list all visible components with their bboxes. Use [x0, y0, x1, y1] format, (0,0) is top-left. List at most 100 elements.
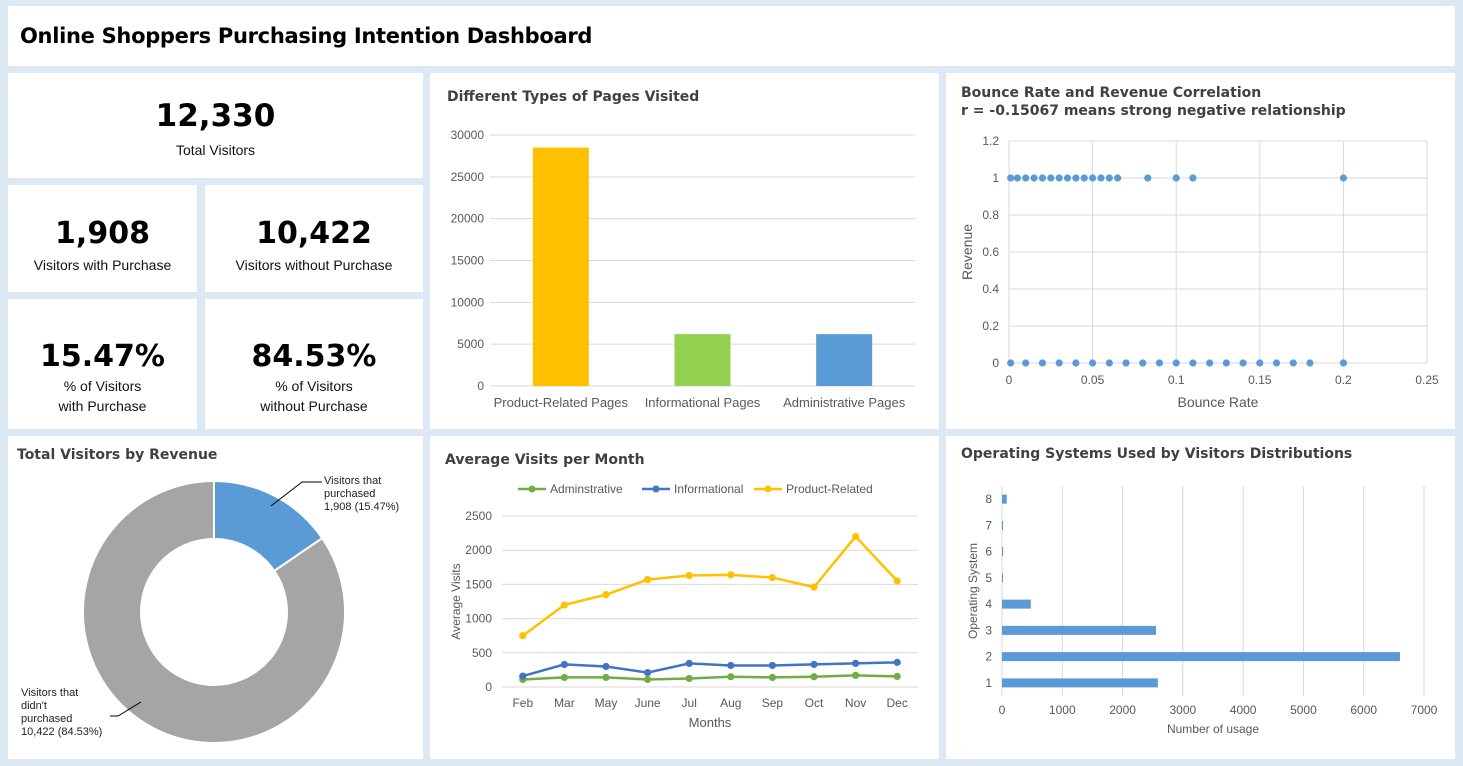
- x-tick-label: 4000: [1230, 703, 1257, 717]
- data-point: [810, 660, 818, 669]
- x-tick-label: 0.1: [1168, 373, 1185, 387]
- kpi-visitors-with-purchase: 1,908 Visitors with Purchase: [8, 185, 197, 292]
- data-point: [852, 659, 860, 668]
- y-tick-label: 0: [992, 356, 999, 370]
- x-axis-label: Bounce Rate: [1178, 394, 1259, 410]
- data-point: [810, 673, 818, 681]
- data-point: [1055, 359, 1063, 367]
- data-point: [685, 674, 693, 683]
- data-point: [768, 661, 776, 670]
- x-tick-label: May: [595, 696, 618, 710]
- data-point: [810, 583, 818, 591]
- x-tick-label: 0: [999, 703, 1006, 717]
- data-point: [852, 671, 860, 679]
- data-point: [602, 662, 610, 671]
- x-tick-label: 0.15: [1248, 373, 1272, 387]
- data-point: [1289, 359, 1297, 367]
- data-point: [1206, 359, 1214, 367]
- data-point: [1038, 359, 1047, 367]
- data-point: [1239, 359, 1247, 367]
- slice-label: 1,908 (15.47%): [324, 501, 399, 513]
- series-line: [522, 661, 898, 678]
- data-point: [1072, 359, 1080, 367]
- x-tick-label: Aug: [720, 696, 741, 710]
- slice-label: purchased: [21, 713, 72, 725]
- y-tick-label: 25000: [451, 170, 485, 184]
- x-tick-label: 6000: [1350, 703, 1377, 717]
- y-axis-label: Average Visits: [449, 563, 463, 639]
- y-tick-label: 500: [472, 646, 492, 660]
- data-point: [1089, 359, 1097, 367]
- bar: [1002, 652, 1400, 662]
- data-point: [1105, 174, 1113, 182]
- bar: [674, 334, 731, 386]
- x-tick-label: Mar: [554, 696, 575, 710]
- legend-label: Adminstrative: [550, 482, 623, 496]
- data-point: [1155, 359, 1164, 367]
- page-title: Online Shoppers Purchasing Intention Das…: [20, 24, 593, 48]
- x-tick-label: 0.25: [1415, 373, 1439, 387]
- legend-label: Informational: [674, 482, 743, 496]
- data-point: [1139, 359, 1147, 367]
- data-point: [1063, 174, 1072, 182]
- x-tick-label: Oct: [805, 696, 824, 710]
- data-point: [727, 673, 735, 681]
- kpi-value: 1,908: [55, 216, 150, 251]
- data-point: [768, 673, 776, 682]
- monthly-visits-panel: Average Visits per Month 0 500 1000 1500 200…: [430, 436, 939, 759]
- data-point: [1022, 174, 1030, 182]
- y-tick-label: 1.2: [982, 134, 999, 148]
- kpi-label-line2: with Purchase: [58, 398, 147, 414]
- pages-bar-chart: 0 5000 10000 15000 20000 25000 30000 Product-Re…: [451, 128, 915, 410]
- data-point: [1122, 359, 1130, 367]
- x-tick-label: Nov: [845, 696, 866, 710]
- y-axis-label: Operating System: [966, 543, 980, 639]
- data-point: [1189, 359, 1197, 367]
- y-tick-label: 2000: [465, 543, 492, 557]
- x-tick-label: June: [635, 696, 661, 710]
- y-tick-label: 6: [985, 545, 992, 559]
- kpi-value: 10,422: [256, 216, 372, 251]
- y-tick-label: 30000: [451, 128, 485, 142]
- y-tick-label: 2500: [465, 509, 492, 523]
- y-tick-label: 0.8: [982, 208, 999, 222]
- legend-label: Product-Related: [786, 482, 873, 496]
- slice-label: 10,422 (84.53%): [21, 726, 102, 738]
- data-point: [1030, 174, 1038, 182]
- data-point: [644, 675, 652, 684]
- series-line: [522, 674, 898, 681]
- kpi-label: Visitors without Purchase: [235, 257, 393, 273]
- data-point: [893, 672, 901, 680]
- data-point: [685, 571, 693, 580]
- bar: [1002, 547, 1004, 557]
- bar: [1002, 573, 1003, 583]
- kpi-visitors-without-purchase: 10,422 Visitors without Purchase: [205, 185, 423, 292]
- data-point: [1072, 174, 1080, 182]
- y-tick-label: 2: [985, 650, 992, 664]
- data-point: [1013, 174, 1021, 182]
- data-point: [1007, 174, 1015, 182]
- data-point: [560, 601, 568, 609]
- revenue-donut-panel: Total Visitors by Revenue Visitors that p…: [8, 436, 423, 759]
- bar: [1002, 494, 1007, 504]
- x-tick-label: Dec: [887, 696, 908, 710]
- data-point: [768, 573, 776, 582]
- data-point: [1222, 359, 1230, 367]
- x-tick-label: 5000: [1290, 703, 1317, 717]
- kpi-label: Visitors with Purchase: [33, 257, 172, 273]
- x-tick-label: 3000: [1170, 703, 1197, 717]
- legend-marker: [652, 485, 660, 493]
- data-point: [1339, 174, 1347, 182]
- y-tick-label: 1: [992, 171, 999, 185]
- x-axis-label: Months: [689, 715, 732, 730]
- y-tick-label: 4: [985, 597, 992, 611]
- data-point: [560, 660, 568, 669]
- data-point: [644, 576, 652, 584]
- os-distribution-panel: Operating Systems Used by Visitors Distr…: [946, 436, 1455, 759]
- data-point: [1272, 359, 1281, 367]
- slice-label: didn't: [21, 700, 47, 712]
- data-point: [1038, 174, 1047, 182]
- y-tick-label: 0.2: [982, 319, 999, 333]
- data-point: [1144, 174, 1152, 182]
- y-tick-label: 15000: [451, 254, 485, 268]
